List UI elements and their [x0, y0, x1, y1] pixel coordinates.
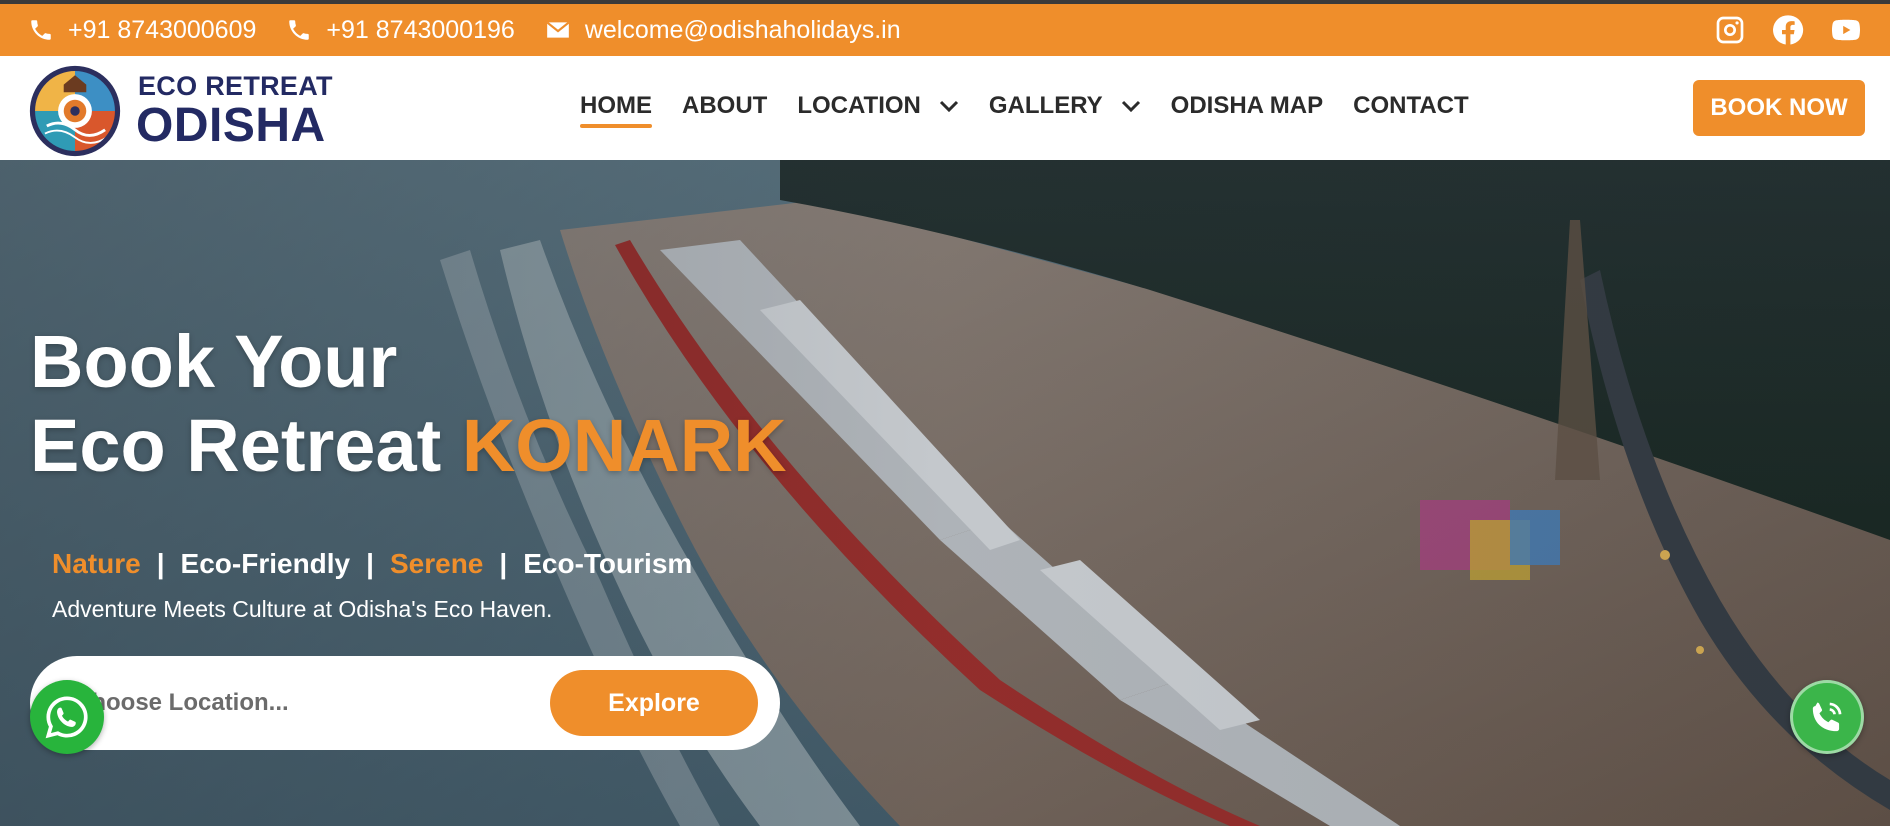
email-link[interactable]: welcome@odishaholidays.in [545, 16, 901, 45]
phone-ring-icon [1812, 702, 1842, 732]
instagram-link[interactable] [1714, 14, 1746, 46]
email-text: welcome@odishaholidays.in [584, 15, 901, 44]
location-search-input[interactable] [74, 678, 554, 728]
phone-icon [31, 20, 51, 40]
logo-line-1: ECO RETREAT [138, 70, 333, 101]
hero-title-line-1: Book Your [30, 320, 398, 403]
tag-separator: | [156, 548, 165, 579]
youtube-link[interactable] [1830, 14, 1862, 46]
nav-about[interactable]: ABOUT [682, 92, 767, 120]
site-logo[interactable]: ECO RETREAT ODISHA [28, 64, 333, 158]
logo-wordmark: ECO RETREAT ODISHA [136, 70, 333, 152]
nav-odisha-map-label: ODISHA MAP [1170, 92, 1324, 119]
chevron-down-icon [939, 100, 959, 112]
nav-contact[interactable]: CONTACT [1353, 92, 1469, 120]
nav-contact-label: CONTACT [1353, 92, 1469, 119]
hero-title-prefix: Eco Retreat [30, 403, 442, 487]
hero-title: Book Your Eco Retreat KONARK [30, 320, 787, 487]
phone-text-1: +91 8743000609 [68, 15, 257, 44]
whatsapp-float-button[interactable] [30, 680, 104, 754]
tag-serene: Serene [389, 548, 484, 579]
nav-location[interactable]: LOCATION [797, 92, 959, 120]
youtube-icon [1832, 19, 1860, 41]
tag-eco-tourism: Eco-Tourism [523, 548, 693, 579]
book-now-button[interactable]: BOOK NOW [1693, 80, 1865, 136]
hero-section: Book Your Eco Retreat KONARK Nature | Ec… [0, 160, 1890, 826]
main-nav: HOME ABOUT LOCATION GALLERY ODISHA MAP C… [580, 92, 1469, 128]
tag-nature: Nature [52, 548, 141, 579]
nav-gallery[interactable]: GALLERY [989, 92, 1141, 120]
nav-gallery-label: GALLERY [988, 92, 1103, 119]
hero-subline: Adventure Meets Culture at Odisha's Eco … [52, 596, 553, 622]
tag-eco-friendly: Eco-Friendly [180, 548, 351, 579]
location-search-box: Explore [30, 656, 780, 750]
site-header: ECO RETREAT ODISHA HOME ABOUT LOCATION G… [0, 56, 1890, 160]
tag-separator: | [499, 548, 508, 579]
call-float-button[interactable] [1790, 680, 1864, 754]
tag-separator: | [366, 548, 374, 579]
whatsapp-icon [45, 696, 88, 739]
contact-list: +91 8743000609 +91 8743000196 welcome@od… [28, 16, 901, 45]
nav-about-label: ABOUT [682, 92, 768, 119]
top-contact-bar: +91 8743000609 +91 8743000196 welcome@od… [0, 0, 1890, 56]
phone-link-2[interactable]: +91 8743000196 [286, 15, 515, 45]
envelope-icon [546, 21, 570, 38]
nav-odisha-map[interactable]: ODISHA MAP [1171, 92, 1323, 120]
phone-icon [289, 20, 310, 40]
nav-home[interactable]: HOME [580, 92, 652, 128]
nav-home-label: HOME [580, 92, 652, 119]
phone-text-2: +91 8743000196 [326, 15, 515, 44]
hero-tags: Nature | Eco-Friendly | Serene | Eco-Tou… [52, 548, 692, 580]
hero-title-line-2: Eco Retreat KONARK [30, 404, 787, 488]
facebook-link[interactable] [1772, 14, 1804, 46]
facebook-icon [1773, 15, 1804, 45]
social-links [1714, 14, 1862, 46]
logo-line-2: ODISHA [136, 98, 326, 152]
instagram-icon [1716, 16, 1744, 44]
nav-location-label: LOCATION [797, 92, 921, 119]
logo-emblem-icon [29, 65, 121, 157]
hero-title-accent: KONARK [461, 403, 787, 487]
explore-button[interactable]: Explore [550, 670, 758, 736]
phone-link-1[interactable]: +91 8743000609 [28, 16, 256, 45]
chevron-down-icon [1121, 100, 1141, 112]
